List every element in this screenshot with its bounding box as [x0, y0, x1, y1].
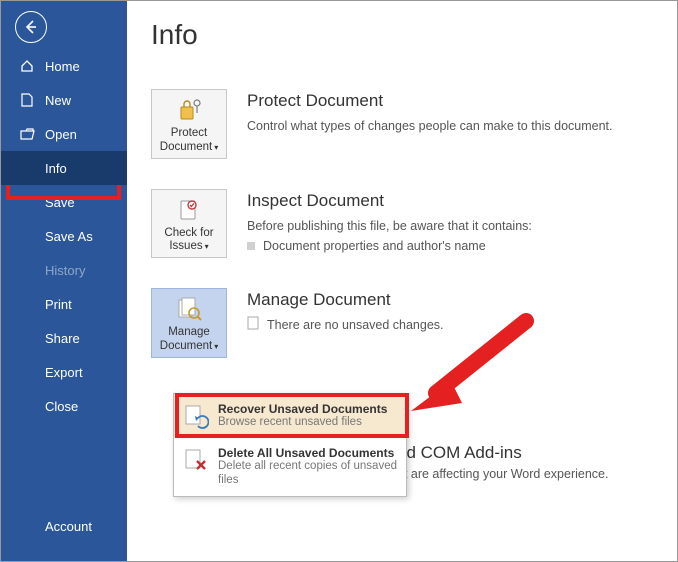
arrow-left-icon	[23, 19, 39, 35]
manage-document-menu: Recover Unsaved Documents Browse recent …	[173, 393, 407, 497]
nav-label: Print	[45, 297, 72, 312]
section-inspect: Check for Issues▾ Inspect Document Befor…	[151, 189, 653, 259]
nav-label: Account	[45, 519, 92, 534]
section-manage: Manage Document▾ Manage Document There a…	[151, 288, 653, 358]
document-icon	[19, 93, 35, 107]
nav-label: New	[45, 93, 71, 108]
menu-item-title: Delete All Unsaved Documents	[218, 446, 398, 460]
protect-document-tile[interactable]: Protect Document▾	[151, 89, 227, 159]
lock-icon	[155, 96, 223, 124]
nav-label: Export	[45, 365, 83, 380]
section-desc: Before publishing this file, be aware th…	[247, 217, 653, 235]
status-text: There are no unsaved changes.	[267, 318, 444, 332]
manage-status: There are no unsaved changes.	[247, 316, 653, 333]
section-desc-tail: at are affecting your Word experience.	[397, 467, 608, 481]
back-button[interactable]	[15, 11, 47, 43]
nav-print[interactable]: Print	[1, 287, 127, 321]
nav-label: Close	[45, 399, 78, 414]
section-addins: ed COM Add-ins at are affecting your Wor…	[397, 443, 608, 481]
backstage-sidebar: Home New Open Info Save Save As History …	[1, 1, 127, 561]
nav-account[interactable]: Account	[1, 509, 127, 543]
nav-save[interactable]: Save	[1, 185, 127, 219]
manage-document-tile[interactable]: Manage Document▾	[151, 288, 227, 358]
nav-label: Save	[45, 195, 75, 210]
bullet-icon	[247, 242, 255, 250]
bullet-text: Document properties and author's name	[263, 239, 486, 253]
tile-label: Protect Document	[160, 127, 212, 153]
nav-label: Open	[45, 127, 77, 142]
nav-label: Info	[45, 161, 67, 176]
section-title: Manage Document	[247, 290, 653, 310]
manage-doc-icon	[155, 295, 223, 323]
dropdown-caret-icon: ▾	[214, 342, 218, 351]
nav-home[interactable]: Home	[1, 49, 127, 83]
nav-label: History	[45, 263, 85, 278]
recover-unsaved-menuitem[interactable]: Recover Unsaved Documents Browse recent …	[174, 394, 406, 438]
delete-icon	[182, 446, 210, 474]
nav-new[interactable]: New	[1, 83, 127, 117]
section-title: Inspect Document	[247, 191, 653, 211]
inspect-bullet: Document properties and author's name	[247, 239, 653, 253]
nav-history: History	[1, 253, 127, 287]
menu-item-sub: Delete all recent copies of unsaved file…	[218, 460, 398, 488]
menu-item-title: Recover Unsaved Documents	[218, 402, 398, 416]
nav-share[interactable]: Share	[1, 321, 127, 355]
nav-save-as[interactable]: Save As	[1, 219, 127, 253]
dropdown-caret-icon: ▾	[205, 242, 209, 251]
dropdown-caret-icon: ▾	[214, 143, 218, 152]
section-desc: Control what types of changes people can…	[247, 117, 653, 135]
nav-export[interactable]: Export	[1, 355, 127, 389]
document-icon	[247, 316, 259, 333]
section-title: Protect Document	[247, 91, 653, 111]
nav-label: Share	[45, 331, 80, 346]
nav-label: Home	[45, 59, 80, 74]
section-protect: Protect Document▾ Protect Document Contr…	[151, 89, 653, 159]
nav-info[interactable]: Info	[1, 151, 127, 185]
folder-open-icon	[19, 128, 35, 140]
section-title-tail: ed COM Add-ins	[397, 443, 608, 463]
inspect-icon	[155, 196, 223, 224]
recover-icon	[182, 402, 210, 430]
delete-unsaved-menuitem[interactable]: Delete All Unsaved Documents Delete all …	[174, 438, 406, 496]
nav-close[interactable]: Close	[1, 389, 127, 423]
home-icon	[19, 59, 35, 73]
page-title: Info	[151, 19, 653, 51]
menu-item-sub: Browse recent unsaved files	[218, 416, 398, 430]
nav-open[interactable]: Open	[1, 117, 127, 151]
check-for-issues-tile[interactable]: Check for Issues▾	[151, 189, 227, 259]
nav-label: Save As	[45, 229, 93, 244]
tile-label: Manage Document	[160, 326, 212, 352]
